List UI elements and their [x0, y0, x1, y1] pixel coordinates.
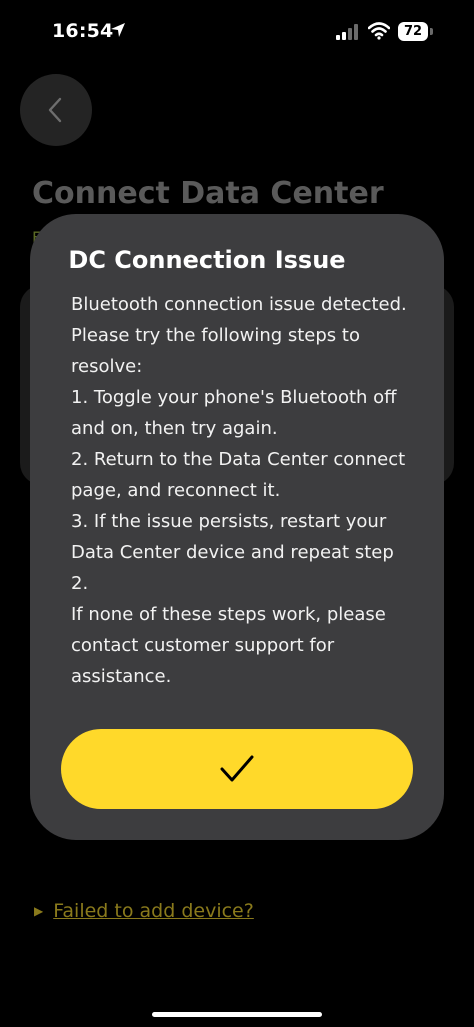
failed-link-label: Failed to add device?	[53, 900, 254, 922]
dialog-line-step-1: 1. Toggle your phone's Bluetooth off and…	[71, 387, 397, 439]
back-button[interactable]	[20, 74, 92, 146]
checkmark-icon	[220, 755, 254, 782]
cellular-signal-icon	[336, 24, 358, 40]
wifi-icon	[368, 22, 390, 40]
dialog-line-step-3: 3. If the issue persists, restart your D…	[71, 511, 394, 594]
dialog-line-intro: Bluetooth connection issue detected. Ple…	[71, 294, 407, 377]
triangle-right-icon: ▶	[34, 904, 44, 918]
confirm-button[interactable]	[61, 729, 413, 809]
dialog-line-support: If none of these steps work, please cont…	[71, 604, 386, 687]
dialog-message: Bluetooth connection issue detected. Ple…	[71, 289, 411, 692]
status-bar: 16:54 72	[0, 0, 474, 60]
page-title: Connect Data Center	[32, 176, 384, 211]
dialog-title: DC Connection Issue	[68, 246, 346, 274]
battery-cap	[430, 28, 433, 35]
home-indicator	[152, 1012, 322, 1017]
battery-level: 72	[398, 22, 428, 41]
failed-to-add-device-link[interactable]: ▶ Failed to add device?	[34, 900, 254, 922]
status-time: 16:54	[52, 20, 114, 42]
location-arrow-icon	[111, 23, 125, 37]
chevron-left-icon	[48, 97, 62, 123]
battery-icon: 72	[398, 22, 434, 42]
dialog-line-step-2: 2. Return to the Data Center connect pag…	[71, 449, 406, 501]
